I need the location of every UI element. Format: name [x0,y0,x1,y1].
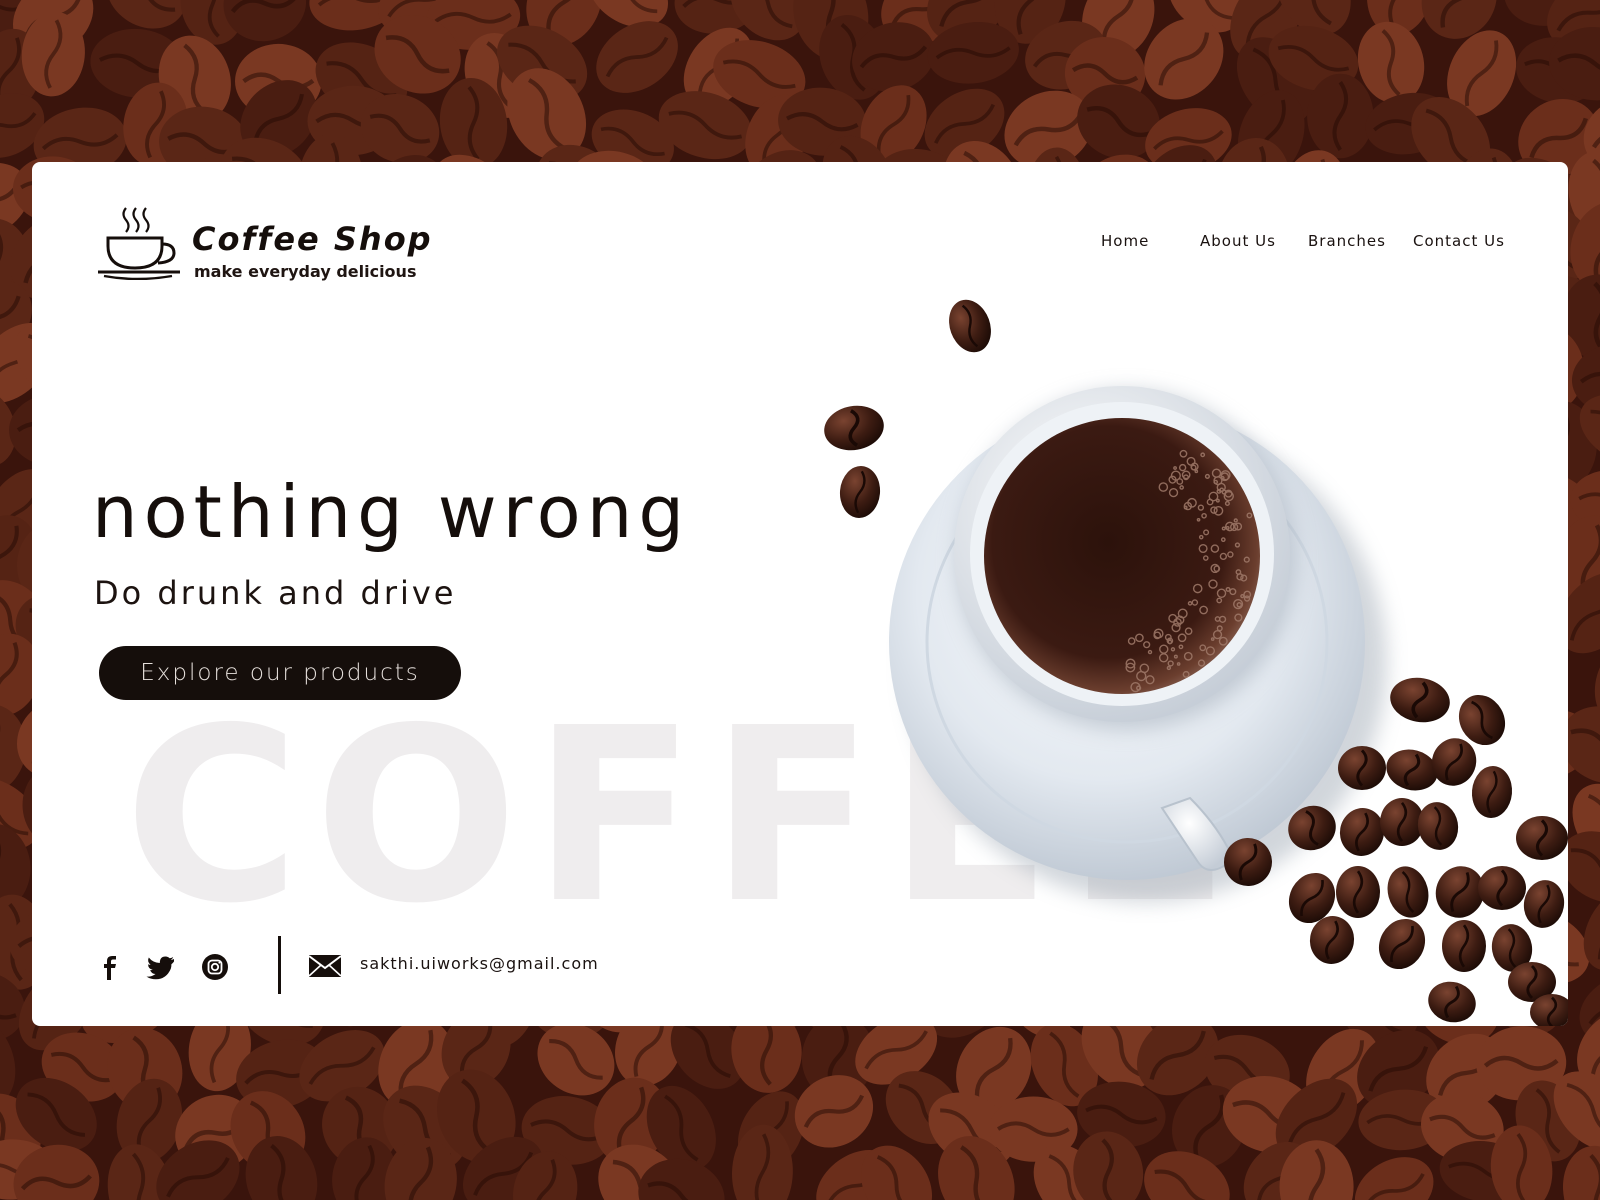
background-bean [1307,73,1374,159]
coffee-bean [949,299,991,353]
coffee-bean [839,466,881,518]
coffee-cup-illustration [824,299,1568,1026]
coffee-bean [1378,918,1426,970]
nav-home[interactable]: Home [1101,232,1149,250]
coffee-bean [824,405,884,451]
twitter-icon[interactable] [146,952,176,982]
coffee-bean [1390,677,1450,723]
landing-card: Coffee Shop make everyday delicious Home… [32,162,1568,1026]
hero-title: nothing wrong [92,470,691,554]
main-nav: Home About Us Branches Contact Us [32,232,1568,256]
coffee-bean [1387,866,1429,918]
nav-about-us[interactable]: About Us [1200,232,1276,250]
coffee-bean [1380,798,1424,846]
coffee-bean [1516,816,1568,860]
nav-branches[interactable]: Branches [1308,232,1386,250]
coffee-bean [1417,802,1459,850]
coffee-bean [1523,880,1565,928]
contact-email[interactable]: sakthi.uiworks@gmail.com [360,954,599,973]
coffee-bean [1336,866,1380,918]
coffee-bean [1339,808,1385,856]
mail-icon [308,955,342,977]
nav-contact-us[interactable]: Contact Us [1413,232,1505,250]
explore-products-button[interactable]: Explore our products [99,646,461,700]
instagram-icon[interactable] [200,952,230,982]
footer-contact: sakthi.uiworks@gmail.com [92,936,612,996]
coffee-bean [1428,981,1476,1023]
coffee-bean [1478,866,1526,910]
footer-divider [278,936,281,994]
brand-tagline: make everyday delicious [194,262,417,281]
coffee-bean [1338,746,1386,790]
facebook-icon[interactable] [94,952,124,982]
hero-subtitle: Do drunk and drive [94,574,457,612]
coffee-bean [1471,766,1513,818]
coffee-bean [1442,920,1486,972]
